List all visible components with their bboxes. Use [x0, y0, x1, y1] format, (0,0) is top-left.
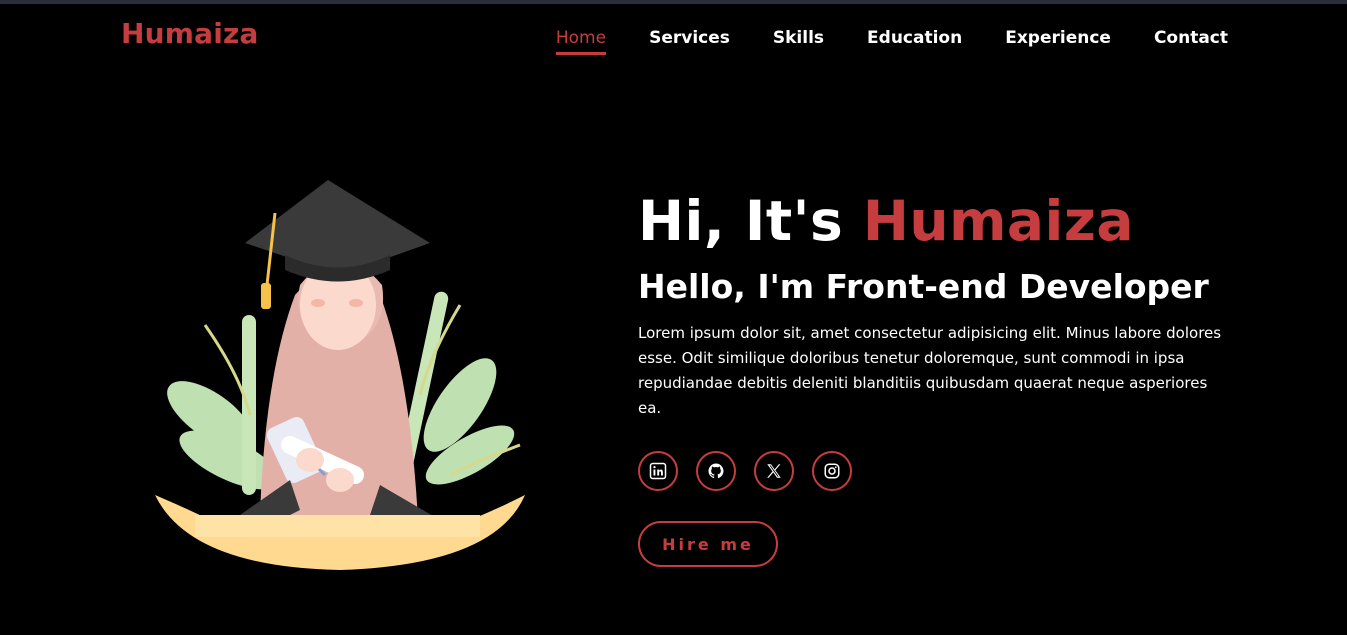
- nav-home[interactable]: Home: [555, 26, 607, 55]
- x-icon: [767, 464, 781, 478]
- hire-me-button[interactable]: Hire me: [638, 521, 778, 567]
- instagram-icon: [824, 463, 840, 479]
- nav-education[interactable]: Education: [867, 26, 962, 50]
- social-links: [638, 451, 1238, 491]
- x-link[interactable]: [754, 451, 794, 491]
- top-border: [0, 0, 1347, 4]
- github-icon: [708, 463, 724, 479]
- hero-title-name: Humaiza: [862, 189, 1134, 253]
- main-nav: Home Services Skills Education Experienc…: [513, 26, 1228, 55]
- hero-description: Lorem ipsum dolor sit, amet consectetur …: [638, 324, 1222, 417]
- graduate-illustration: [155, 180, 525, 570]
- hero-title: Hi, It's Humaiza: [638, 186, 1238, 256]
- hero-title-prefix: Hi, It's: [638, 189, 863, 253]
- nav-skills[interactable]: Skills: [773, 26, 824, 50]
- nav-contact[interactable]: Contact: [1154, 26, 1228, 50]
- hero-section: Hi, It's Humaiza Hello, I'm Front-end De…: [638, 186, 1238, 567]
- nav-services[interactable]: Services: [649, 26, 730, 50]
- nav-experience[interactable]: Experience: [1005, 26, 1111, 50]
- github-link[interactable]: [696, 451, 736, 491]
- hero-subtitle: Hello, I'm Front-end Developer: [638, 267, 1209, 306]
- instagram-link[interactable]: [812, 451, 852, 491]
- linkedin-icon: [649, 462, 667, 480]
- site-logo[interactable]: Humaiza: [121, 17, 259, 50]
- linkedin-link[interactable]: [638, 451, 678, 491]
